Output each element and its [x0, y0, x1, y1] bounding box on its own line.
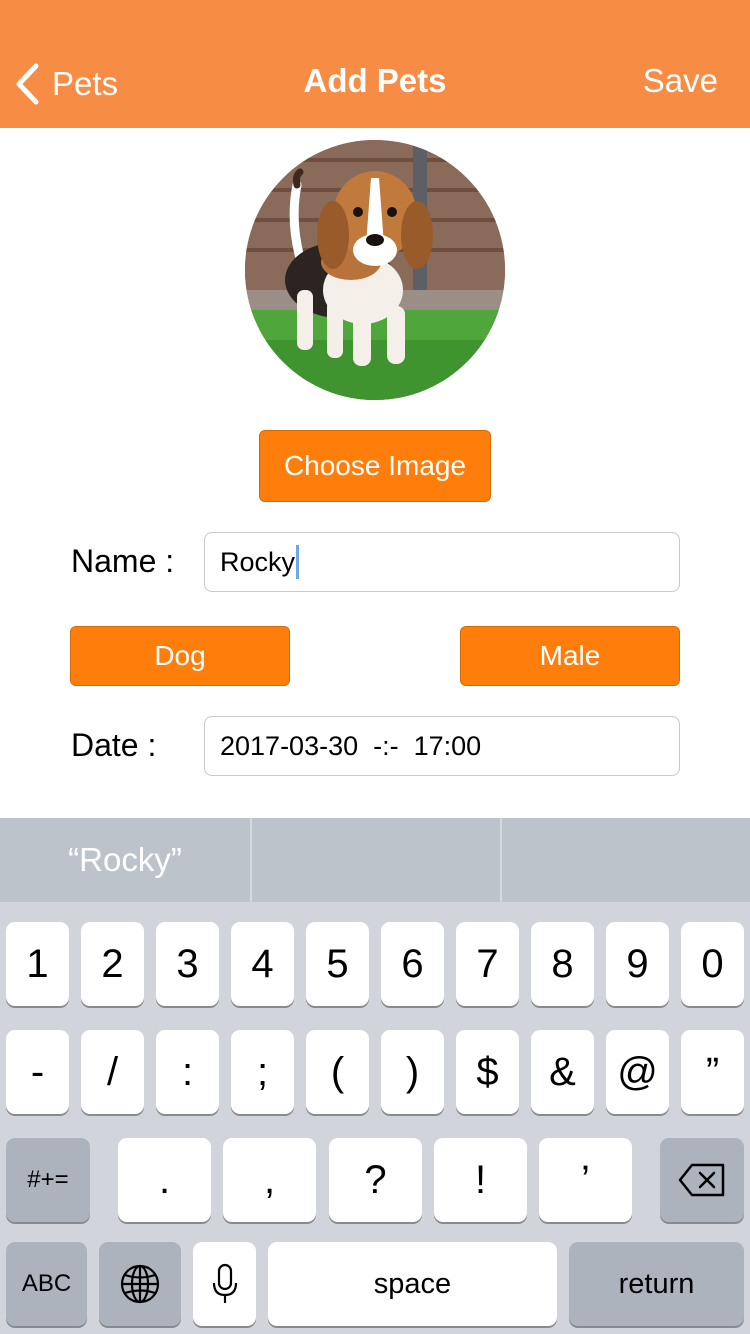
key[interactable]: ? [329, 1138, 422, 1222]
navigation-bar: Pets Add Pets Save [0, 0, 750, 128]
key[interactable]: / [81, 1030, 144, 1114]
gender-button[interactable]: Male [460, 626, 680, 686]
key[interactable]: - [6, 1030, 69, 1114]
name-input-value: Rocky [220, 546, 296, 577]
key[interactable]: 2 [81, 922, 144, 1006]
backspace-icon [678, 1163, 725, 1197]
key[interactable]: ! [434, 1138, 527, 1222]
key[interactable]: 4 [231, 922, 294, 1006]
space-key[interactable]: space [268, 1242, 557, 1326]
globe-icon [120, 1264, 160, 1304]
dictation-key[interactable] [193, 1242, 256, 1326]
suggestion-item[interactable]: “Rocky” [0, 818, 250, 902]
keyboard: 1 2 3 4 5 6 7 8 9 0 - / : ; ( ) $ & @ ” … [0, 902, 750, 1334]
date-label: Date : [71, 727, 157, 763]
key[interactable]: 8 [531, 922, 594, 1006]
key[interactable]: : [156, 1030, 219, 1114]
key[interactable]: 3 [156, 922, 219, 1006]
key[interactable]: @ [606, 1030, 669, 1114]
key[interactable]: 5 [306, 922, 369, 1006]
date-input[interactable]: 2017-03-30 -:- 17:00 [204, 716, 680, 776]
key[interactable]: 7 [456, 922, 519, 1006]
date-input-value: 2017-03-30 -:- 17:00 [220, 730, 482, 761]
choose-image-button[interactable]: Choose Image [259, 430, 491, 502]
key[interactable]: ( [306, 1030, 369, 1114]
key[interactable]: 0 [681, 922, 744, 1006]
key[interactable]: . [118, 1138, 211, 1222]
key[interactable]: 9 [606, 922, 669, 1006]
page-title: Add Pets [303, 62, 447, 99]
suggestion-item[interactable] [500, 818, 750, 902]
name-input[interactable]: Rocky [204, 532, 680, 592]
globe-key[interactable] [99, 1242, 181, 1326]
pet-photo [245, 140, 505, 400]
microphone-icon [212, 1263, 237, 1303]
key[interactable]: ” [681, 1030, 744, 1114]
keyboard-suggestion-bar: “Rocky” [0, 818, 750, 902]
backspace-key[interactable] [660, 1138, 744, 1222]
text-cursor [296, 545, 300, 579]
key[interactable]: ’ [539, 1138, 632, 1222]
symbols-key[interactable]: #+= [6, 1138, 90, 1222]
suggestion-item[interactable] [250, 818, 500, 902]
species-button[interactable]: Dog [70, 626, 290, 686]
key[interactable]: ) [381, 1030, 444, 1114]
key[interactable]: ; [231, 1030, 294, 1114]
save-button[interactable]: Save [643, 62, 718, 100]
key[interactable]: 6 [381, 922, 444, 1006]
key[interactable]: $ [456, 1030, 519, 1114]
abc-key[interactable]: ABC [6, 1242, 87, 1326]
name-label: Name : [71, 543, 175, 579]
key[interactable]: , [223, 1138, 316, 1222]
dog-photo-illustration [245, 140, 505, 400]
key[interactable]: & [531, 1030, 594, 1114]
return-key[interactable]: return [569, 1242, 744, 1326]
key[interactable]: 1 [6, 922, 69, 1006]
